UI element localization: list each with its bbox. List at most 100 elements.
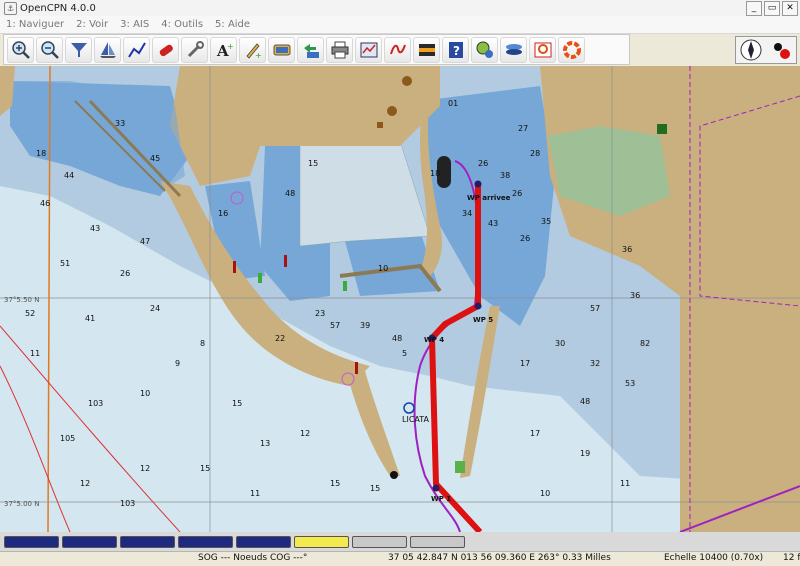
mob-button[interactable] <box>529 36 556 63</box>
menu-aide[interactable]: 5: Aide <box>215 19 250 30</box>
piano-key-active[interactable] <box>294 535 349 548</box>
sounding: 26 <box>512 189 522 198</box>
piano-key[interactable] <box>236 535 291 548</box>
compass-widget[interactable] <box>735 36 797 64</box>
sounding: 10 <box>140 389 150 398</box>
svg-text:+: + <box>227 42 234 51</box>
mob-icon <box>534 42 551 57</box>
sounding: 57 <box>590 304 600 313</box>
route-button[interactable] <box>123 36 150 63</box>
sounding: 43 <box>90 224 100 233</box>
status-bar: SOG --- Noeuds COG ---° 37 05 42.847 N 0… <box>0 551 800 566</box>
help-button[interactable]: ? <box>442 36 469 63</box>
piano-key[interactable] <box>352 535 407 548</box>
sounding: 5 <box>402 349 407 358</box>
mark-button[interactable]: + <box>239 36 266 63</box>
lifebuoy-button[interactable] <box>558 36 585 63</box>
gps-status-icon <box>774 43 790 59</box>
layers-icon <box>505 43 522 55</box>
chart-toggle-button[interactable] <box>297 36 324 63</box>
chart-toggle-icon <box>303 43 319 58</box>
sounding: 15 <box>308 159 318 168</box>
sounding: 01 <box>448 99 458 108</box>
sounding: 11 <box>250 489 260 498</box>
zoom-out-icon <box>40 40 59 59</box>
route-manager-button[interactable] <box>355 36 382 63</box>
sounding: 11 <box>620 479 630 488</box>
sounding: 10 <box>378 264 388 273</box>
minimize-button[interactable]: _ <box>746 1 762 16</box>
scale-readout: Echelle 10400 (0.70x) <box>664 553 764 563</box>
sounding: 19 <box>580 449 590 458</box>
menu-naviguer[interactable]: 1: Naviguer <box>6 19 64 30</box>
current-button[interactable] <box>413 36 440 63</box>
current-icon <box>418 43 435 56</box>
sounding: 47 <box>140 237 150 246</box>
menu-voir[interactable]: 2: Voir <box>76 19 108 30</box>
sounding: 38 <box>500 171 510 180</box>
sounding: 48 <box>285 189 295 198</box>
sounding: 11 <box>30 349 40 358</box>
piano-key[interactable] <box>4 535 59 548</box>
route-manager-icon <box>360 42 377 57</box>
maximize-button[interactable]: ▭ <box>764 1 780 16</box>
help-icon: ? <box>448 41 463 58</box>
route-icon <box>127 41 146 58</box>
sailboat-icon <box>99 41 116 58</box>
sounding: 10 <box>540 489 550 498</box>
piano-key[interactable] <box>120 535 175 548</box>
sounding: 103 <box>120 499 135 508</box>
zoom-in-button[interactable] <box>7 36 34 63</box>
sounding: 28 <box>530 149 540 158</box>
sounding: 41 <box>85 314 95 323</box>
sounding: 45 <box>150 154 160 163</box>
ais-button[interactable] <box>471 36 498 63</box>
tide-button[interactable] <box>384 36 411 63</box>
sounding: 103 <box>88 399 103 408</box>
latitude-label-lower: 37°5.00 N <box>4 500 39 508</box>
sounding: 12 <box>80 479 90 488</box>
layers-button[interactable] <box>500 36 527 63</box>
wrench-icon <box>187 40 204 57</box>
sounding: 53 <box>625 379 635 388</box>
sounding: 32 <box>590 359 600 368</box>
sounding: 17 <box>530 429 540 438</box>
piano-key[interactable] <box>410 535 465 548</box>
sounding: 26 <box>120 269 130 278</box>
sounding: 9 <box>175 359 180 368</box>
print-button[interactable] <box>326 36 353 63</box>
zoom-out-button[interactable] <box>36 36 63 63</box>
sounding: 36 <box>622 245 632 254</box>
waypoint-label-wp5: WP 5 <box>473 316 493 324</box>
sounding: 44 <box>64 171 74 180</box>
options-button[interactable] <box>181 36 208 63</box>
sounding: 16 <box>218 209 228 218</box>
sounding: 34 <box>462 209 472 218</box>
title-bar: ⚓ OpenCPN 4.0.0 _ ▭ ✕ <box>0 0 800 17</box>
ais-icon <box>476 41 493 58</box>
text-icon: A+ <box>216 42 234 60</box>
funnel-icon <box>70 42 87 57</box>
sounding: 22 <box>275 334 285 343</box>
menu-outils[interactable]: 4: Outils <box>161 19 203 30</box>
scale-in-button[interactable] <box>65 36 92 63</box>
chart-canvas[interactable]: WP arrivee WP 5 WP 4 WP 1 LICATA 37°5.50… <box>0 66 800 532</box>
chart-button[interactable] <box>268 36 295 63</box>
sounding: 12 <box>300 429 310 438</box>
piano-key[interactable] <box>178 535 233 548</box>
menu-ais[interactable]: 3: AIS <box>120 19 149 30</box>
svg-text:+: + <box>255 51 262 60</box>
window-title: OpenCPN 4.0.0 <box>20 2 96 14</box>
latitude-label-upper: 37°5.50 N <box>4 296 39 304</box>
close-button[interactable]: ✕ <box>782 1 798 16</box>
menu-bar: 1: Naviguer 2: Voir 3: AIS 4: Outils 5: … <box>0 16 800 34</box>
sounding: 13 <box>260 439 270 448</box>
track-button[interactable] <box>152 36 179 63</box>
pencil-icon: + <box>245 42 262 60</box>
sounding: 30 <box>555 339 565 348</box>
quilt-button[interactable] <box>94 36 121 63</box>
text-button[interactable]: A + <box>210 36 237 63</box>
sounding: 26 <box>478 159 488 168</box>
piano-key[interactable] <box>62 535 117 548</box>
sounding: 48 <box>580 397 590 406</box>
